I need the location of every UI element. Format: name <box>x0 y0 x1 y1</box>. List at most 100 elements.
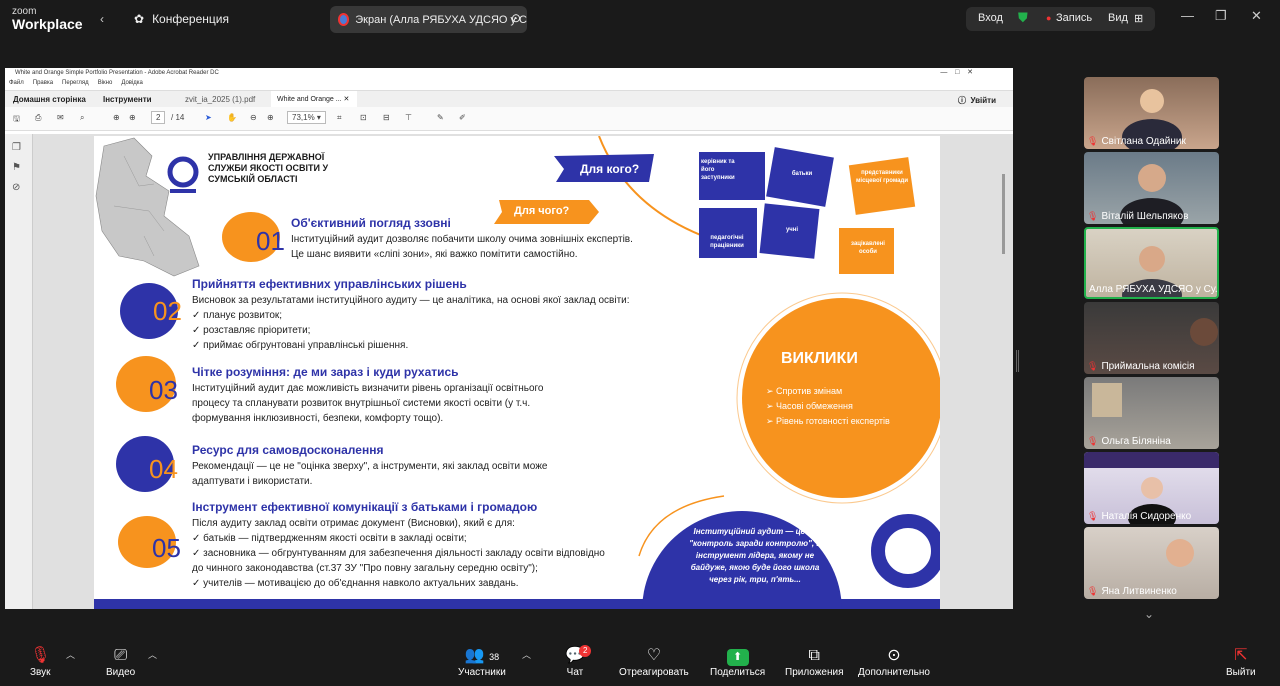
maximize-icon[interactable]: ❐ <box>1215 8 1227 24</box>
select-tool-icon[interactable]: ➤ <box>205 113 212 122</box>
fit-page-icon[interactable]: ⊡ <box>360 113 367 122</box>
chat-label: Чат <box>566 667 584 678</box>
window-controls[interactable]: — □ ✕ <box>940 68 973 76</box>
page-total: / 14 <box>171 113 185 122</box>
menu-view[interactable]: Перегляд <box>62 80 89 90</box>
signin-button[interactable]: ⓘ Увійти <box>958 95 996 106</box>
page-number-input[interactable]: 2 <box>151 111 166 124</box>
scrollbar[interactable] <box>1002 174 1005 254</box>
participant-name: Алла РЯБУХА УДСЯО у Су... <box>1089 284 1219 295</box>
leave-label: Выйти <box>1226 667 1256 678</box>
react-label: Отреагировать <box>619 667 689 678</box>
participant-tile[interactable]: 🎙 Ольга Біляніна <box>1084 377 1219 449</box>
chat-button[interactable]: 💬 2 Чат <box>565 645 592 678</box>
shield-icon[interactable]: ⛊ <box>1018 10 1028 26</box>
menu-help[interactable]: Довідка <box>121 80 143 90</box>
share-button[interactable]: ⬆ Поделиться <box>710 645 765 678</box>
section-05-line: ✓ батьків — підтвердженням якості освіти… <box>192 533 467 544</box>
menu-edit[interactable]: Правка <box>33 80 53 90</box>
share-status-icon <box>338 13 350 26</box>
screen-share-tab[interactable]: Экран (Алла РЯБУХА УДСЯО у С ⊙ <box>330 6 527 33</box>
attachment-icon[interactable]: ⊘ <box>12 182 20 193</box>
comment-icon[interactable]: ✎ <box>437 113 444 122</box>
close-icon[interactable]: ✕ <box>1251 8 1262 24</box>
zoom-out-icon[interactable]: ⊖ <box>250 113 257 122</box>
chevron-down-icon[interactable]: ⌄ <box>1144 607 1154 621</box>
participants-button[interactable]: 👥 38 Участники <box>458 645 506 678</box>
puzzle-3 <box>848 157 916 215</box>
chevron-up-icon[interactable]: ︿ <box>148 648 157 661</box>
minimize-icon[interactable]: — <box>1181 8 1194 23</box>
login-button[interactable]: Вход <box>978 12 1003 24</box>
conference-button[interactable]: ✿ Конференция <box>134 12 229 26</box>
tab-doc1[interactable]: zvit_ia_2025 (1).pdf <box>185 95 255 104</box>
participant-label: Алла РЯБУХА УДСЯО у Су... <box>1089 284 1219 295</box>
muted-mic-icon: 🎙 <box>1087 436 1099 446</box>
num-02: 02 <box>153 296 182 326</box>
tab-doc2-label: White and Orange ... <box>277 96 342 103</box>
fit-icon[interactable]: ⌗ <box>337 113 342 123</box>
more-button[interactable]: ⊙ Дополнительно <box>858 645 930 678</box>
tab-home[interactable]: Домашня сторінка <box>13 95 86 104</box>
section-02-line: ✓ розставляє пріоритети; <box>192 325 311 336</box>
participants-count: 38 <box>489 652 500 662</box>
participants-icon: 👥 38 <box>464 647 500 664</box>
search-icon[interactable]: ⌕ <box>80 113 84 123</box>
chevron-up-icon[interactable]: ︿ <box>522 648 531 661</box>
fit-width-icon[interactable]: ⊟ <box>383 113 390 122</box>
leave-button[interactable]: ⇱ Выйти <box>1226 645 1256 678</box>
participant-tile[interactable]: 🎙 Світлана Одайник <box>1084 77 1219 149</box>
print-icon[interactable]: ⎙ <box>35 113 41 123</box>
participant-label: Ольга Біляніна <box>1101 436 1171 447</box>
react-button[interactable]: ♡ Отреагировать <box>619 645 689 678</box>
shared-screen: White and Orange Simple Portfolio Presen… <box>5 68 1013 609</box>
apps-button[interactable]: ⧉ Приложения <box>785 645 844 678</box>
hand-tool-icon[interactable]: ✋ <box>227 113 237 122</box>
chevron-left-icon[interactable]: ‹ <box>100 12 104 26</box>
video-button[interactable]: ⎚ Видео <box>106 645 135 678</box>
view-grid-icon[interactable]: ⊞ <box>1134 12 1143 25</box>
muted-mic-icon: 🎙 <box>1087 136 1099 146</box>
split-handle[interactable] <box>1016 350 1019 372</box>
menu-file[interactable]: Файл <box>9 80 24 90</box>
decor-ring <box>871 514 940 588</box>
page-up-icon[interactable]: ⊕ <box>113 113 120 122</box>
zoom-top-bar: zoom Workplace ‹ ✿ Конференция Экран (Ал… <box>0 0 1280 38</box>
puzzle-label-managers: керівник та його заступники <box>701 159 735 181</box>
scroll-mode-icon[interactable]: ⊤ <box>405 113 412 122</box>
section-05-line: ✓ засновника — обгрунтуванням для забезп… <box>192 548 605 559</box>
section-05-line: Після аудиту заклад освіти отримає докум… <box>192 518 515 529</box>
pages-icon[interactable]: ❐ <box>12 142 21 153</box>
muted-mic-icon: 🎙 <box>1087 511 1099 521</box>
mute-button[interactable]: 🎙 Звук <box>30 645 51 678</box>
zoom-select[interactable]: 73,1% ▾ <box>287 111 326 124</box>
menu-window[interactable]: Вікно <box>98 80 113 90</box>
more-options-icon[interactable]: ⊙ <box>511 11 521 25</box>
save-icon[interactable]: 🖫 <box>13 113 20 127</box>
mail-icon[interactable]: ✉ <box>57 113 64 122</box>
section-03-line: Інституційний аудит дає можливість визна… <box>192 383 544 394</box>
highlight-icon[interactable]: ✐ <box>459 113 466 122</box>
bookmark-icon[interactable]: ⚑ <box>12 162 21 173</box>
participant-tile[interactable]: 🎙 Яна Литвиненко <box>1084 527 1219 599</box>
section-01-line: Це шанс виявити «сліпі зони», які важко … <box>291 249 578 260</box>
challenge-text: Спротив змінам <box>776 386 843 396</box>
participant-name: 🎙 Приймальна комісія <box>1087 361 1194 372</box>
conference-icon: ✿ <box>134 12 145 26</box>
view-button[interactable]: Вид <box>1108 12 1128 24</box>
record-button[interactable]: Запись <box>1056 12 1092 24</box>
participant-tile[interactable]: 🎙 Приймальна комісія <box>1084 302 1219 374</box>
participant-name: 🎙 Світлана Одайник <box>1087 136 1186 147</box>
participant-tile[interactable]: 🎙 Віталій Шельпяков <box>1084 152 1219 224</box>
participant-tile-active[interactable]: Алла РЯБУХА УДСЯО у Су... <box>1084 227 1219 299</box>
challenge-item: ➢ Спротив змінам <box>766 386 843 396</box>
section-04-line: адаптувати і використати. <box>192 476 313 487</box>
tab-tools[interactable]: Інструменти <box>103 95 152 104</box>
tab-doc2[interactable]: White and Orange ... ✕ <box>271 91 357 108</box>
participant-name: 🎙 Ольга Біляніна <box>1087 436 1171 447</box>
video-label: Видео <box>106 667 136 678</box>
chevron-up-icon[interactable]: ︿ <box>66 648 75 661</box>
zoom-in-icon[interactable]: ⊕ <box>267 113 274 122</box>
participant-tile[interactable]: 🎙 Наталія Сидоренко <box>1084 452 1219 524</box>
page-down-icon[interactable]: ⊕ <box>129 113 136 122</box>
